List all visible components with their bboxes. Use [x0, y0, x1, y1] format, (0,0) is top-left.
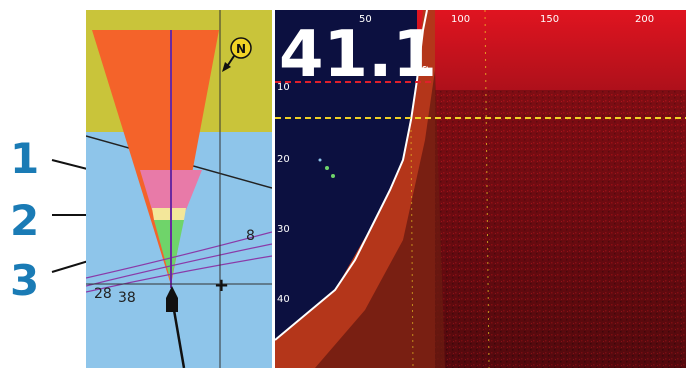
- fish-return: [331, 174, 335, 178]
- depth-label-38: 38: [118, 290, 136, 306]
- cursor-cross-icon: +: [214, 275, 229, 296]
- fish-return: [318, 158, 322, 162]
- callout-number-1: 1: [10, 134, 40, 183]
- depth-scale-40: 40: [277, 294, 290, 305]
- callout-number-2: 2: [10, 196, 40, 245]
- sonar-canvas[interactable]: 41.1 ft 50 100 150 200 10 20 30 40: [275, 10, 686, 368]
- depth-unit: ft: [421, 65, 430, 80]
- depth-readout: 41.1: [279, 18, 437, 92]
- chart-pane[interactable]: + N 8 28 38: [86, 10, 272, 368]
- fish-return: [325, 166, 329, 170]
- range-label-50: 50: [359, 14, 372, 25]
- depth-scale-10: 10: [277, 82, 290, 93]
- chart-canvas[interactable]: + N 8 28 38: [86, 10, 272, 368]
- depth-label-28: 28: [94, 286, 112, 302]
- sonar-pane[interactable]: 41.1 ft 50 100 150 200 10 20 30 40: [275, 10, 686, 368]
- depth-scale-20: 20: [277, 154, 290, 165]
- callout-number-3: 3: [10, 256, 40, 305]
- depth-label-8: 8: [246, 228, 255, 244]
- range-label-150: 150: [540, 14, 559, 25]
- range-label-100: 100: [451, 14, 470, 25]
- beam-zone-yellow: [152, 208, 186, 220]
- callout-panel: 1 2 3: [0, 0, 86, 368]
- sonar-returns-noise: [417, 90, 686, 368]
- depth-scale-30: 30: [277, 224, 290, 235]
- range-label-200: 200: [635, 14, 654, 25]
- north-label: N: [236, 42, 246, 56]
